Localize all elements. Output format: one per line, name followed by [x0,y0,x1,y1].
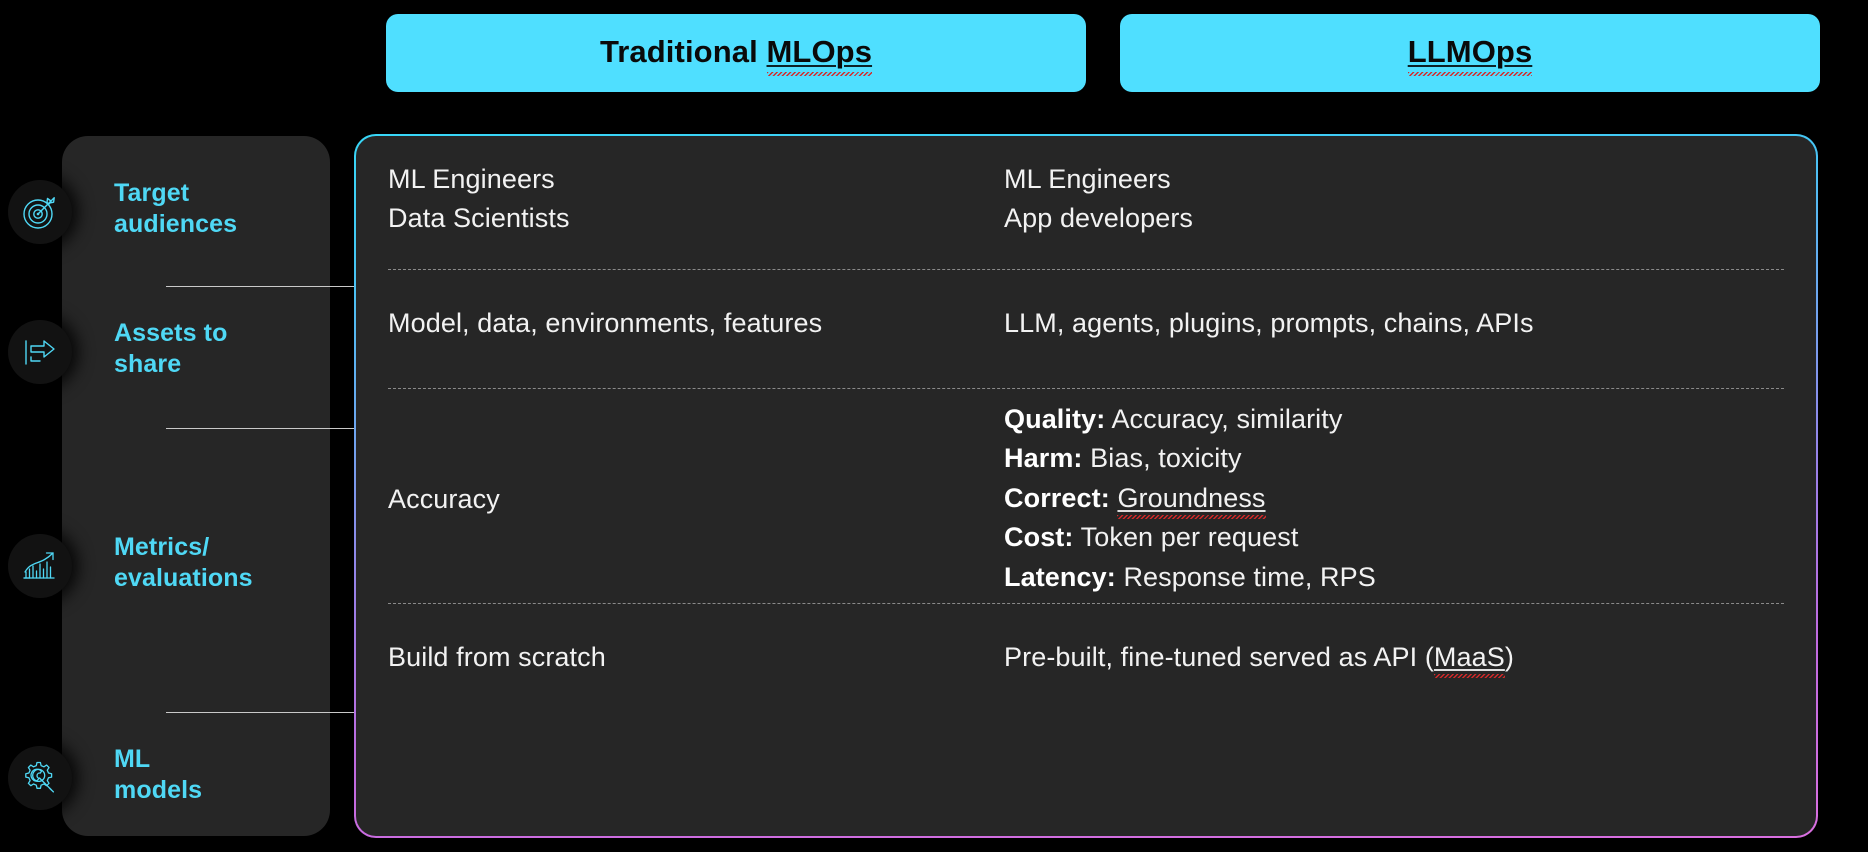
metric-line-quality: Quality: Accuracy, similarity [1004,400,1784,439]
category-item-target-audiences[interactable]: Target audiences [114,178,330,240]
header-prefix-text: Traditional [599,34,767,69]
header-squiggle-text-llmops: LLMOps [1407,34,1533,69]
category-item-metrics-evaluations[interactable]: Metrics/evaluations [114,532,330,594]
share-icon [8,320,72,384]
column-header-llmops-label: LLMOps [1408,34,1533,72]
metric-value-correct: Groundness [1117,482,1266,513]
metric-label-harm: Harm: [1004,443,1083,474]
category-item-ml-models[interactable]: ML models [114,744,330,806]
metric-line-latency: Latency: Response time, RPS [1004,558,1784,597]
cell-metrics-traditional: Accuracy [388,480,988,519]
metric-line-harm: Harm: Bias, toxicity [1004,439,1784,478]
metric-value-harm: Bias, toxicity [1090,443,1242,474]
header-squiggle-text: MLOps [766,34,873,69]
category-item-assets-to-share[interactable]: Assets to share [114,318,330,380]
comparison-table: ML Engineers Data Scientists ML Engineer… [354,134,1818,838]
column-header-traditional-mlops-label: Traditional MLOps [600,34,872,72]
category-divider-1 [166,286,378,287]
category-list: Target audiences Assets to share Metrics/e… [114,136,378,836]
cell-line: LLM, agents, plugins, prompts, chains, A… [1004,308,1534,338]
cell-mlmodels-llmops: Pre-built, fine-tuned served as API (Maa… [1004,638,1784,677]
metric-label-latency: Latency: [1004,561,1116,592]
metric-label-cost: Cost: [1004,522,1074,553]
header-row: Traditional MLOps LLMOps [0,14,1868,92]
metric-label-correct: Correct: [1004,482,1110,513]
cell-line: Data Scientists [388,203,570,234]
cell-line: Model, data, environments, features [388,308,823,338]
cell-line: Accuracy [388,484,500,514]
category-divider-3 [166,712,378,713]
spell-flagged-word: MaaS [1433,642,1505,672]
row-divider-3 [388,603,1784,604]
row-divider-2 [388,388,1784,389]
cell-target-audiences-llmops: ML Engineers App developers [1004,160,1784,239]
category-item-metrics-evaluations-label: Metrics/evaluations [114,533,253,592]
metric-line-cost: Cost: Token per request [1004,518,1784,557]
cell-line: App developers [1004,203,1194,234]
cell-line-mlmodels-llmops: Pre-built, fine-tuned served as API (Maa… [1004,642,1514,672]
cell-line: ML Engineers [388,164,555,194]
category-item-target-audiences-label: Target audiences [114,179,238,238]
category-item-assets-to-share-label: Assets to share [114,319,228,378]
cell-line: Build from scratch [388,642,606,672]
metric-value-latency: Response time, RPS [1123,561,1376,592]
cell-metrics-llmops: Quality: Accuracy, similarity Harm: Bias… [1004,400,1784,597]
metric-label-quality: Quality: [1004,404,1106,434]
column-header-traditional-mlops[interactable]: Traditional MLOps [386,14,1086,92]
gear-wrench-icon [8,746,72,810]
bar-chart-trend-icon [8,534,72,598]
comparison-table-inner: ML Engineers Data Scientists ML Engineer… [356,136,1816,836]
category-divider-2 [166,428,378,429]
target-icon [8,180,72,244]
slide-root: Traditional MLOps LLMOps Target audiences… [0,0,1868,852]
metric-value-quality: Accuracy, similarity [1111,404,1343,434]
column-header-llmops[interactable]: LLMOps [1120,14,1820,92]
cell-mlmodels-traditional: Build from scratch [388,638,988,677]
cell-assets-traditional: Model, data, environments, features [388,304,988,343]
cell-line: ML Engineers [1004,164,1171,194]
cell-target-audiences-traditional: ML Engineers Data Scientists [388,160,988,239]
category-panel: Target audiences Assets to share Metrics/e… [8,136,378,836]
row-divider-1 [388,269,1784,270]
cell-assets-llmops: LLM, agents, plugins, prompts, chains, A… [1004,304,1784,343]
metric-line-correct: Correct: Groundness [1004,479,1784,518]
category-item-ml-models-label: ML models [114,745,203,804]
metric-value-cost: Token per request [1080,522,1299,553]
